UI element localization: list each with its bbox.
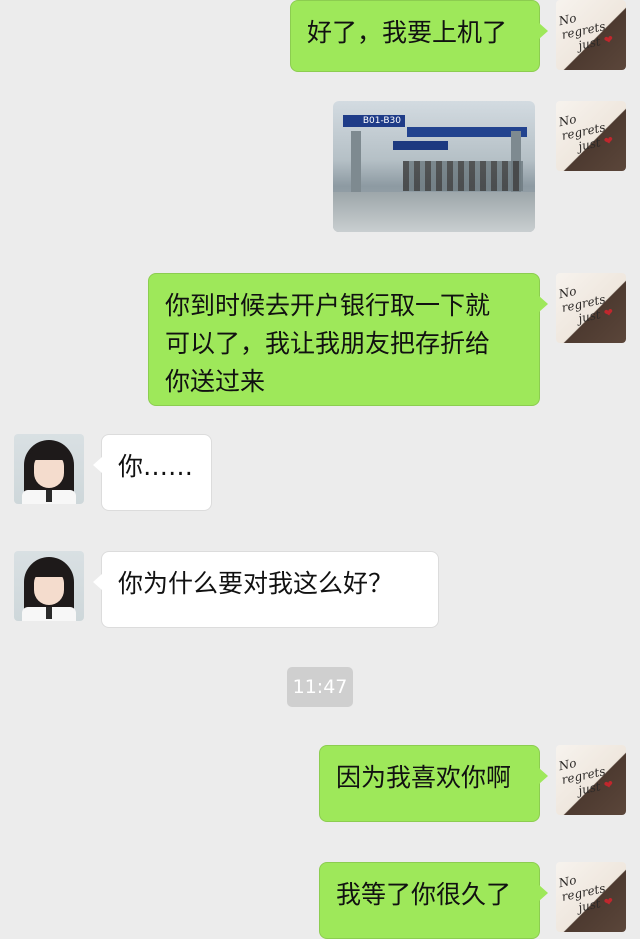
message-line: 你到时候去开户银行取一下就 <box>165 291 491 320</box>
contact-avatar[interactable] <box>14 551 84 621</box>
message-line: 可以了，我让我朋友把存折给 <box>165 329 491 358</box>
avatar-signature: No regrets just ❤ <box>557 10 615 53</box>
floor <box>333 192 535 232</box>
message-text: 你…… <box>118 452 194 481</box>
outgoing-message[interactable]: 好了，我要上机了 <box>290 0 548 72</box>
outgoing-message[interactable]: 因为我喜欢你啊 <box>319 745 548 822</box>
my-avatar[interactable]: No regrets just ❤ <box>556 862 626 932</box>
avatar-signature: No regrets just ❤ <box>557 283 615 326</box>
outgoing-message[interactable]: 我等了你很久了 <box>319 862 548 939</box>
tie <box>46 490 52 502</box>
message-line: 你送过来 <box>165 367 266 396</box>
message-text: 因为我喜欢你啊 <box>336 763 512 792</box>
avatar-signature: No regrets just ❤ <box>557 111 615 154</box>
airport-sign-bar <box>407 127 527 137</box>
timestamp: 11:47 <box>287 667 353 707</box>
tie <box>46 607 52 619</box>
avatar-signature: No regrets just ❤ <box>557 755 615 798</box>
my-avatar[interactable]: No regrets just ❤ <box>556 745 626 815</box>
fringe <box>30 446 68 460</box>
image-message[interactable]: B01-B30 <box>333 101 535 232</box>
airport-sign: B01-B30 <box>343 115 405 127</box>
message-text: 我等了你很久了 <box>336 880 512 909</box>
crowd <box>403 161 523 191</box>
message-text: 你为什么要对我这么好？ <box>118 569 394 598</box>
my-avatar[interactable]: No regrets just ❤ <box>556 273 626 343</box>
message-text: 好了，我要上机了 <box>307 18 508 47</box>
my-avatar[interactable]: No regrets just ❤ <box>556 0 626 70</box>
incoming-message[interactable]: 你…… <box>93 434 212 511</box>
pillar <box>351 131 361 201</box>
my-avatar[interactable]: No regrets just ❤ <box>556 101 626 171</box>
outgoing-message[interactable]: 你到时候去开户银行取一下就 可以了，我让我朋友把存折给 你送过来 <box>148 273 548 406</box>
fringe <box>30 563 68 577</box>
contact-avatar[interactable] <box>14 434 84 504</box>
airport-sign-bar <box>393 141 448 150</box>
avatar-signature: No regrets just ❤ <box>557 872 615 915</box>
incoming-message[interactable]: 你为什么要对我这么好？ <box>93 551 439 628</box>
